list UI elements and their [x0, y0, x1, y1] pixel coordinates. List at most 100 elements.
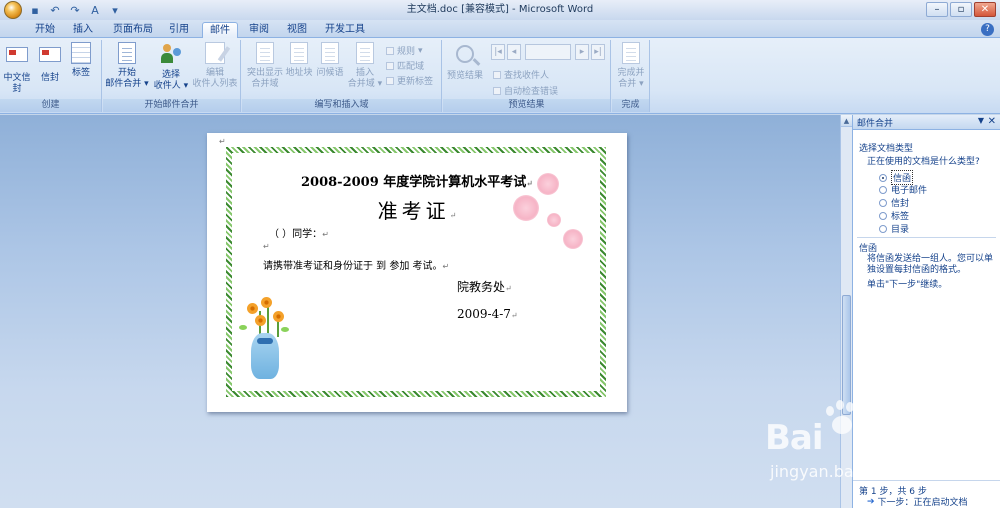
flower — [273, 311, 284, 322]
empty-paragraph: ↵ — [263, 242, 270, 251]
start-mail-merge-button[interactable]: 开始 邮件合并 ▾ — [105, 42, 149, 90]
address-block-icon — [290, 42, 308, 64]
task-pane-menu-icon[interactable]: ▼ — [978, 116, 984, 125]
group-create: 中文信封 信封 标签 创建 — [0, 40, 102, 112]
radio-letters[interactable] — [879, 173, 887, 182]
group-finish: 完成并 合并 ▾ 完成 — [612, 40, 650, 112]
save-icon[interactable]: ▪ — [28, 3, 42, 17]
tab-mailings[interactable]: 邮件 — [202, 22, 238, 38]
radio-directory[interactable] — [879, 224, 887, 233]
previous-record-button[interactable]: ◂ — [507, 44, 521, 60]
document-page[interactable]: ↵ 2008-2009 年度学院计算机水平考试↵ 准考证↵ （ ）同学：↵ ↵ … — [207, 133, 627, 412]
maximize-button[interactable]: ▫ — [950, 2, 972, 17]
envelope-icon — [39, 47, 61, 62]
spelling-icon[interactable]: A — [88, 3, 102, 17]
scroll-thumb[interactable] — [842, 295, 851, 415]
envelopes-button[interactable]: 信封 — [36, 42, 64, 84]
group-label-start: 开始邮件合并 — [103, 99, 240, 112]
flower — [261, 297, 272, 308]
edit-recipient-list-button[interactable]: 编辑 收件人列表 — [191, 42, 239, 90]
option-labels[interactable]: 标签 — [879, 209, 909, 222]
paragraph-mark: ↵ — [219, 137, 226, 146]
office-line: 院教务处↵ — [457, 280, 512, 294]
qat-dropdown-icon[interactable]: ▾ — [108, 3, 122, 17]
insert-field-icon — [356, 42, 374, 64]
group-label-create: 创建 — [0, 99, 101, 112]
quick-access-toolbar: ▪ ↶ ↷ A ▾ — [0, 0, 122, 20]
ribbon-tabs: 开始 插入 页面布局 引用 邮件 审阅 视图 开发工具 ? — [0, 20, 1000, 38]
option-envelopes[interactable]: 信封 — [879, 196, 909, 209]
tab-home[interactable]: 开始 — [30, 22, 60, 38]
last-record-button[interactable]: ▸| — [591, 44, 605, 60]
radio-envelopes[interactable] — [879, 198, 887, 207]
window-title: 主文档.doc [兼容模式] - Microsoft Word — [406, 4, 594, 15]
chinese-envelope-button[interactable]: 中文信封 — [0, 42, 34, 95]
task-pane-divider — [857, 237, 996, 238]
next-arrow-icon: ➔ — [867, 496, 875, 507]
task-pane-header: 邮件合并 ▼ ✕ — [853, 115, 1000, 130]
title-bar: ▪ ↶ ↷ A ▾ 主文档.doc [兼容模式] - Microsoft Wor… — [0, 0, 1000, 20]
update-labels-button[interactable]: 更新标签 — [386, 74, 433, 87]
select-recipients-button[interactable]: 选择 收件人 ▾ — [151, 42, 191, 92]
certificate-heading: 准考证↵ — [377, 199, 457, 223]
doc-type-question: 正在使用的文档是什么类型? — [867, 157, 980, 167]
match-fields-button[interactable]: 匹配域 — [386, 59, 424, 72]
address-block-button[interactable]: 地址块 — [284, 42, 314, 79]
instruction-line: 请携带准考证和身份证于 到 参加 考试。↵ — [263, 261, 450, 272]
scroll-up-icon[interactable]: ▲ — [841, 115, 852, 127]
next-record-button[interactable]: ▸ — [575, 44, 589, 60]
start-mail-merge-icon — [118, 42, 136, 64]
next-step-link[interactable]: ➔ 下一步：正在启动文档 — [867, 495, 968, 508]
vase-bow — [257, 338, 273, 344]
find-recipient-button[interactable]: 查找收件人 — [493, 68, 549, 81]
chinese-envelope-icon — [6, 47, 28, 62]
preview-results-button[interactable]: 预览结果 — [445, 42, 485, 82]
tab-view[interactable]: 视图 — [282, 22, 312, 38]
watermark-brand-cn: 经验 — [878, 428, 938, 463]
auto-check-errors-button[interactable]: 自动检查错误 — [493, 84, 558, 97]
auto-check-icon — [493, 86, 501, 95]
minimize-button[interactable]: – — [926, 2, 948, 17]
greeting-line-icon — [321, 42, 339, 64]
highlight-merge-fields-button[interactable]: 突出显示 合并域 — [244, 42, 286, 90]
baidu-paw-icon — [820, 400, 866, 440]
finish-merge-icon — [622, 42, 640, 64]
tab-insert[interactable]: 插入 — [68, 22, 98, 38]
watermark-url: jingyan.baidu.com — [770, 462, 918, 481]
certificate-title: 2008-2009 年度学院计算机水平考试↵ — [301, 175, 533, 190]
tab-developer[interactable]: 开发工具 — [320, 22, 370, 38]
rules-icon — [386, 46, 394, 55]
redo-icon[interactable]: ↷ — [68, 3, 82, 17]
close-button[interactable]: ✕ — [974, 2, 996, 17]
option-directory[interactable]: 目录 — [879, 222, 909, 235]
update-labels-icon — [386, 76, 394, 85]
group-preview-results: 预览结果 |◂ ◂ ▸ ▸| 查找收件人 自动检查错误 预览结果 — [443, 40, 611, 112]
task-pane-close-icon[interactable]: ✕ — [988, 116, 996, 127]
record-number-input[interactable] — [525, 44, 571, 60]
greeting-line-button[interactable]: 问候语 — [314, 42, 346, 79]
labels-button[interactable]: 标签 — [66, 42, 96, 79]
insert-merge-field-button[interactable]: 插入 合并域 ▾ — [346, 42, 384, 90]
office-button[interactable] — [4, 1, 22, 19]
date-line: 2009-4-7↵ — [457, 307, 518, 321]
tab-review[interactable]: 审阅 — [244, 22, 274, 38]
radio-labels[interactable] — [879, 211, 887, 220]
help-icon[interactable]: ? — [981, 23, 994, 36]
flower — [247, 303, 258, 314]
match-fields-icon — [386, 61, 394, 70]
option-email[interactable]: 电子邮件 — [879, 183, 927, 196]
continue-hint: 单击"下一步"继续。 — [867, 280, 948, 290]
tab-page-layout[interactable]: 页面布局 — [108, 22, 158, 38]
vertical-scrollbar[interactable]: ▲ — [840, 115, 852, 508]
letters-description: 将信函发送给一组人。您可以单独设置每封信函的格式。 — [867, 254, 994, 275]
undo-icon[interactable]: ↶ — [48, 3, 62, 17]
finish-merge-button[interactable]: 完成并 合并 ▾ — [614, 42, 648, 90]
group-label-finish: 完成 — [612, 99, 649, 112]
first-record-button[interactable]: |◂ — [491, 44, 505, 60]
tab-references[interactable]: 引用 — [164, 22, 194, 38]
rules-button[interactable]: 规则 ▾ — [386, 44, 423, 57]
radio-email[interactable] — [879, 185, 887, 194]
flower — [255, 315, 266, 326]
find-recipient-icon — [493, 70, 501, 79]
flower-leaf — [281, 327, 289, 332]
